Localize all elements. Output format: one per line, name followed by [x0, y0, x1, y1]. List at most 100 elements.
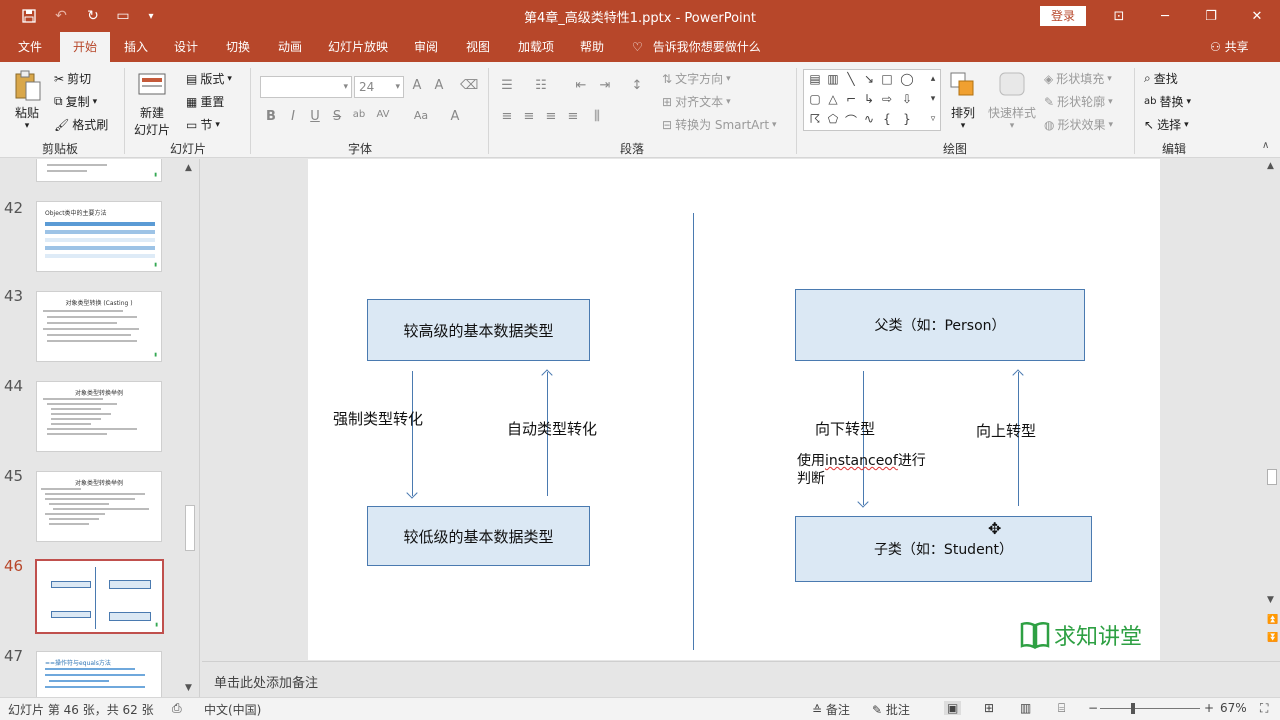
strikethrough-button[interactable]: S: [328, 109, 346, 124]
clear-format-icon[interactable]: ⌫: [460, 78, 478, 93]
parent-class-box[interactable]: 父类（如：Person）: [795, 289, 1085, 361]
align-text-button[interactable]: ⊞ 对齐文本 ▾: [662, 93, 731, 110]
minimize-icon[interactable]: ─: [1142, 0, 1188, 32]
undo-icon[interactable]: ↶: [48, 0, 74, 32]
center-divider-line[interactable]: [693, 213, 694, 650]
tab-view[interactable]: 视图: [458, 32, 498, 62]
format-painter-button[interactable]: 🖌 格式刷: [54, 116, 108, 133]
gallery-up-icon[interactable]: ▴: [924, 74, 942, 84]
replace-button[interactable]: ab 替换 ▾: [1144, 93, 1191, 110]
child-class-box[interactable]: 子类（如：Student）: [795, 516, 1092, 582]
rounded-rectangle-shape-icon[interactable]: ▢: [806, 92, 824, 106]
slide-thumbnail[interactable]: ▮: [36, 159, 162, 182]
justify-icon[interactable]: ≡: [564, 109, 582, 124]
right-arrow-shape-icon[interactable]: ⇨: [878, 92, 896, 106]
arc-shape-icon[interactable]: ⌒: [842, 112, 860, 129]
oval-shape-icon[interactable]: ◯: [898, 72, 916, 86]
explicit-cast-label[interactable]: 强制类型转化: [333, 408, 423, 429]
reset-button[interactable]: ▦ 重置: [186, 93, 224, 110]
decrease-indent-icon[interactable]: ⇤: [572, 78, 590, 93]
slide-thumbnail[interactable]: 对象类型转换举例: [36, 471, 162, 542]
slide-thumbnail[interactable]: 对象类型转换 (Casting ) ▮: [36, 291, 162, 362]
paste-button[interactable]: 粘贴 ▾: [12, 70, 42, 131]
language-indicator[interactable]: 中文(中国): [204, 701, 261, 718]
new-slide-button[interactable]: 新建 幻灯片: [134, 70, 170, 138]
redo-icon[interactable]: ↻: [80, 0, 106, 32]
spelling-icon[interactable]: ⎙: [172, 701, 182, 716]
tab-animations[interactable]: 动画: [270, 32, 310, 62]
font-name-box[interactable]: ▾: [260, 76, 352, 98]
zoom-out-icon[interactable]: −: [1088, 701, 1098, 715]
rectangle-shape-icon[interactable]: □: [878, 72, 896, 86]
vertical-textbox-shape-icon[interactable]: ▥: [824, 72, 842, 86]
layout-button[interactable]: ▤ 版式 ▾: [186, 70, 232, 87]
pentagon-shape-icon[interactable]: ⬠: [824, 112, 842, 126]
tell-me-search[interactable]: ♡ 告诉我你想要做什么: [632, 32, 761, 62]
instanceof-note[interactable]: 使用instanceof进行 判断: [797, 452, 926, 488]
higher-primitive-box[interactable]: 较高级的基本数据类型: [367, 299, 590, 361]
scroll-up-icon[interactable]: ▲: [1267, 161, 1274, 171]
customize-toolbar-icon[interactable]: ▾: [138, 0, 164, 32]
zoom-level[interactable]: 67%: [1220, 701, 1247, 715]
shape-fill-button[interactable]: ◈ 形状填充 ▾: [1044, 70, 1112, 87]
elbow-arrow-shape-icon[interactable]: ↳: [860, 92, 878, 106]
triangle-shape-icon[interactable]: △: [824, 92, 842, 106]
smartart-button[interactable]: ⊟ 转换为 SmartArt ▾: [662, 116, 777, 133]
tab-design[interactable]: 设计: [166, 32, 206, 62]
left-brace-shape-icon[interactable]: {: [878, 112, 896, 126]
fit-to-window-icon[interactable]: ⛶: [1260, 701, 1268, 716]
elbow-connector-shape-icon[interactable]: ⌐: [842, 92, 860, 106]
tab-transitions[interactable]: 切换: [218, 32, 258, 62]
slide-sorter-icon[interactable]: ⊞: [984, 701, 994, 715]
tab-home[interactable]: 开始: [60, 32, 110, 62]
slide-thumbnail-active[interactable]: ▮: [35, 559, 164, 634]
text-direction-button[interactable]: ⇅ 文字方向 ▾: [662, 70, 731, 87]
collapse-ribbon-icon[interactable]: ∧: [1262, 140, 1269, 151]
upcast-label[interactable]: 向上转型: [976, 420, 1036, 441]
freeform-shape-icon[interactable]: ☈: [806, 112, 824, 126]
down-arrow[interactable]: [412, 371, 413, 496]
zoom-slider-thumb[interactable]: [1131, 703, 1135, 714]
comments-button[interactable]: ✎ 批注: [872, 701, 910, 718]
tab-help[interactable]: 帮助: [572, 32, 612, 62]
quick-styles-button[interactable]: 快速样式 ▾: [988, 70, 1036, 131]
line-shape-icon[interactable]: ╲: [842, 72, 860, 86]
slideshow-view-icon[interactable]: ⌸: [1058, 701, 1065, 716]
change-case-button[interactable]: Aa: [412, 109, 430, 122]
tab-review[interactable]: 审阅: [406, 32, 446, 62]
normal-view-icon[interactable]: ▣: [944, 701, 962, 715]
restore-icon[interactable]: ❐: [1188, 0, 1234, 32]
zoom-slider-track[interactable]: [1100, 708, 1200, 709]
textbox-shape-icon[interactable]: ▤: [806, 72, 824, 86]
cut-button[interactable]: ✂ 剪切: [54, 70, 91, 87]
shrink-font-icon[interactable]: A: [430, 78, 448, 93]
close-icon[interactable]: ✕: [1234, 0, 1280, 32]
reading-view-icon[interactable]: ▥: [1020, 701, 1031, 715]
scroll-up-icon[interactable]: ▲: [185, 163, 192, 173]
increase-indent-icon[interactable]: ⇥: [596, 78, 614, 93]
align-left-icon[interactable]: ≡: [498, 109, 516, 124]
select-button[interactable]: ↖ 选择 ▾: [1144, 116, 1189, 133]
share-button[interactable]: ⚇ 共享: [1210, 32, 1249, 62]
underline-button[interactable]: U: [306, 109, 324, 124]
tab-slideshow[interactable]: 幻灯片放映: [322, 32, 394, 62]
lower-primitive-box[interactable]: 较低级的基本数据类型: [367, 506, 590, 566]
shadow-button[interactable]: ab: [350, 109, 368, 120]
notes-pane[interactable]: 单击此处添加备注: [202, 661, 1280, 697]
shapes-gallery[interactable]: ▤ ▥ ╲ ↘ □ ◯ ▢ △ ⌐ ↳ ⇨ ⇩ ☈ ⬠ ⌒ ∿ { } ▴ ▾ …: [803, 69, 941, 131]
spacing-button[interactable]: AV: [374, 109, 392, 120]
scrollbar-thumb[interactable]: [1267, 469, 1277, 485]
bold-button[interactable]: B: [262, 109, 280, 124]
italic-button[interactable]: I: [284, 109, 302, 124]
slide-scrollbar[interactable]: ▲ ▼ ⏫ ⏬: [1264, 159, 1280, 660]
next-slide-icon[interactable]: ⏬: [1267, 633, 1278, 643]
down-arrow-shape-icon[interactable]: ⇩: [898, 92, 916, 106]
find-button[interactable]: ⌕ 查找: [1144, 70, 1178, 87]
tab-insert[interactable]: 插入: [116, 32, 156, 62]
font-size-box[interactable]: 24 ▾: [354, 76, 404, 98]
thumbnail-scrollbar[interactable]: ▲ ▼: [183, 159, 197, 697]
shape-outline-button[interactable]: ✎ 形状轮廓 ▾: [1044, 93, 1113, 110]
columns-icon[interactable]: ⫼: [588, 109, 606, 124]
implicit-cast-label[interactable]: 自动类型转化: [507, 418, 597, 439]
font-color-button[interactable]: A: [446, 109, 464, 124]
